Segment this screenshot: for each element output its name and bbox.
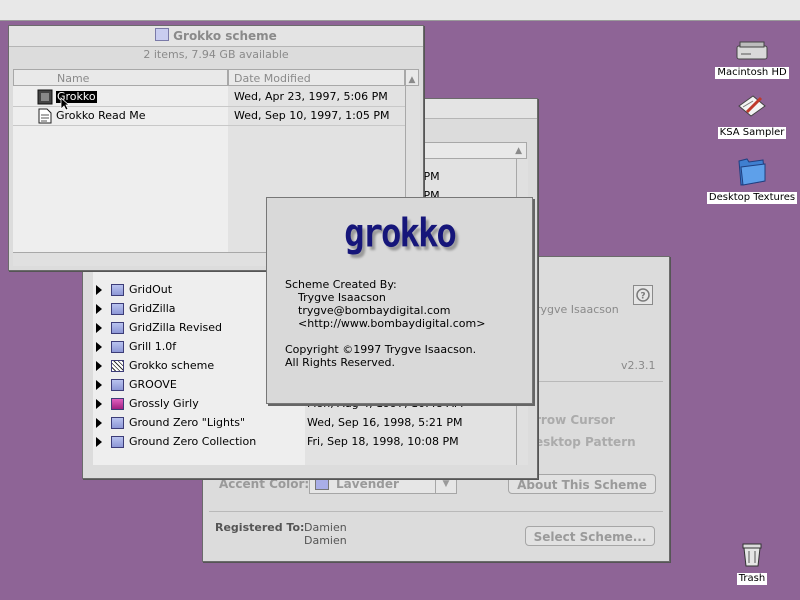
folder-icon [155, 28, 170, 41]
item-name: Grokko Read Me [56, 109, 146, 122]
item-name: GridZilla [129, 302, 176, 315]
sort-direction-icon[interactable]: ▲ [515, 143, 522, 160]
list-item[interactable]: Ground Zero Collection Fri, Sep 18, 1998… [93, 432, 516, 451]
desktop-icon-label: Trash [736, 573, 768, 585]
desktop-pattern-option[interactable]: esktop Pattern [535, 435, 636, 449]
item-name: Ground Zero Collection [129, 435, 257, 448]
disclosure-triangle-icon[interactable] [96, 437, 102, 447]
help-button[interactable]: ? [633, 285, 653, 305]
list-item[interactable]: Grokko Wed, Apr 23, 1997, 5:06 PM [13, 88, 405, 111]
folder-icon [111, 341, 124, 353]
hard-drive-icon [736, 41, 768, 60]
author-url: <http://www.bombaydigital.com> [298, 317, 486, 330]
disclosure-triangle-icon[interactable] [96, 361, 102, 371]
list-item[interactable]: Ground Zero "Lights" Wed, Sep 16, 1998, … [93, 413, 516, 432]
column-header-date[interactable]: Date Modified [228, 69, 405, 86]
item-date: Fri, Sep 18, 1998, 10:08 PM [307, 435, 459, 448]
folder-icon [111, 322, 124, 334]
document-icon [38, 108, 52, 124]
registered-organization: Damien [304, 534, 347, 547]
item-name: Ground Zero "Lights" [129, 416, 246, 429]
select-scheme-button[interactable]: Select Scheme... [525, 526, 655, 546]
application-icon [37, 89, 53, 105]
item-name: Grossly Girly [129, 397, 199, 410]
item-date: Wed, Sep 10, 1997, 1:05 PM [234, 109, 390, 122]
desktop-icon-macintosh-hd[interactable]: Macintosh HD [712, 40, 792, 79]
folder-icon [738, 158, 766, 186]
item-name: Grokko scheme [129, 359, 215, 372]
copyright-text: Copyright ©1997 Trygve Isaacson. [285, 343, 477, 356]
folder-icon [111, 436, 124, 448]
registered-to-label: Registered To: [215, 521, 305, 534]
item-name: GridOut [129, 283, 173, 296]
about-grokko-dialog: grokko Scheme Created By: Trygve Isaacso… [266, 197, 533, 404]
folder-icon [111, 398, 124, 410]
document-pen-icon [738, 95, 766, 117]
disclosure-triangle-icon[interactable] [96, 399, 102, 409]
accent-color-label: Accent Color: [219, 477, 310, 491]
grokko-logo: grokko [344, 211, 457, 257]
folder-icon [111, 284, 124, 296]
rights-text: All Rights Reserved. [285, 356, 396, 369]
window-title: Grokko scheme [173, 29, 277, 43]
desktop-icon-label: Desktop Textures [706, 192, 798, 204]
desktop-icon-ksa-sampler[interactable]: KSA Sampler [712, 92, 792, 139]
registered-name: Damien [304, 521, 347, 534]
item-name: Grill 1.0f [129, 340, 177, 353]
disclosure-triangle-icon[interactable] [96, 304, 102, 314]
divider [209, 511, 663, 512]
svg-text:?: ? [640, 292, 645, 302]
sort-direction-button[interactable]: ▲ [405, 69, 419, 86]
author-name: Trygve Isaacson [298, 291, 386, 304]
disclosure-triangle-icon[interactable] [96, 342, 102, 352]
disclosure-triangle-icon[interactable] [96, 418, 102, 428]
trash-icon [742, 543, 762, 567]
item-date: Wed, Apr 23, 1997, 5:06 PM [234, 90, 388, 103]
folder-icon [111, 303, 124, 315]
arrow-cursor-option[interactable]: rrow Cursor [535, 413, 615, 427]
lavender-swatch [315, 479, 329, 490]
folder-icon [111, 417, 124, 429]
item-name: GROOVE [129, 378, 177, 391]
folder-icon [111, 360, 124, 372]
title-bar[interactable]: Grokko scheme [9, 26, 423, 47]
item-name: GridZilla Revised [129, 321, 222, 334]
sort-direction-icon: ▲ [408, 75, 416, 85]
help-icon: ? [636, 288, 650, 302]
folder-icon [111, 379, 124, 391]
disclosure-triangle-icon[interactable] [96, 380, 102, 390]
column-label: Date Modified [234, 72, 311, 85]
status-text: 2 items, 7.94 GB available [143, 48, 289, 61]
desktop-icon-desktop-textures[interactable]: Desktop Textures [704, 155, 800, 204]
author-partial: rygve Isaacson [536, 303, 619, 316]
desktop-icon-trash[interactable]: Trash [724, 538, 780, 585]
version-label: v2.3.1 [621, 359, 656, 372]
disclosure-triangle-icon[interactable] [96, 323, 102, 333]
column-label: Name [57, 72, 90, 85]
disclosure-triangle-icon[interactable] [96, 285, 102, 295]
menu-bar[interactable] [0, 0, 800, 21]
list-item[interactable]: Grokko Read Me Wed, Sep 10, 1997, 1:05 P… [13, 107, 405, 126]
column-header-name[interactable]: Name [13, 69, 228, 86]
item-date: Wed, Sep 16, 1998, 5:21 PM [307, 416, 463, 429]
desktop-icon-label: KSA Sampler [717, 127, 787, 139]
created-by-label: Scheme Created By: [285, 278, 397, 291]
desktop-icon-label: Macintosh HD [715, 67, 789, 79]
author-email: trygve@bombaydigital.com [298, 304, 451, 317]
